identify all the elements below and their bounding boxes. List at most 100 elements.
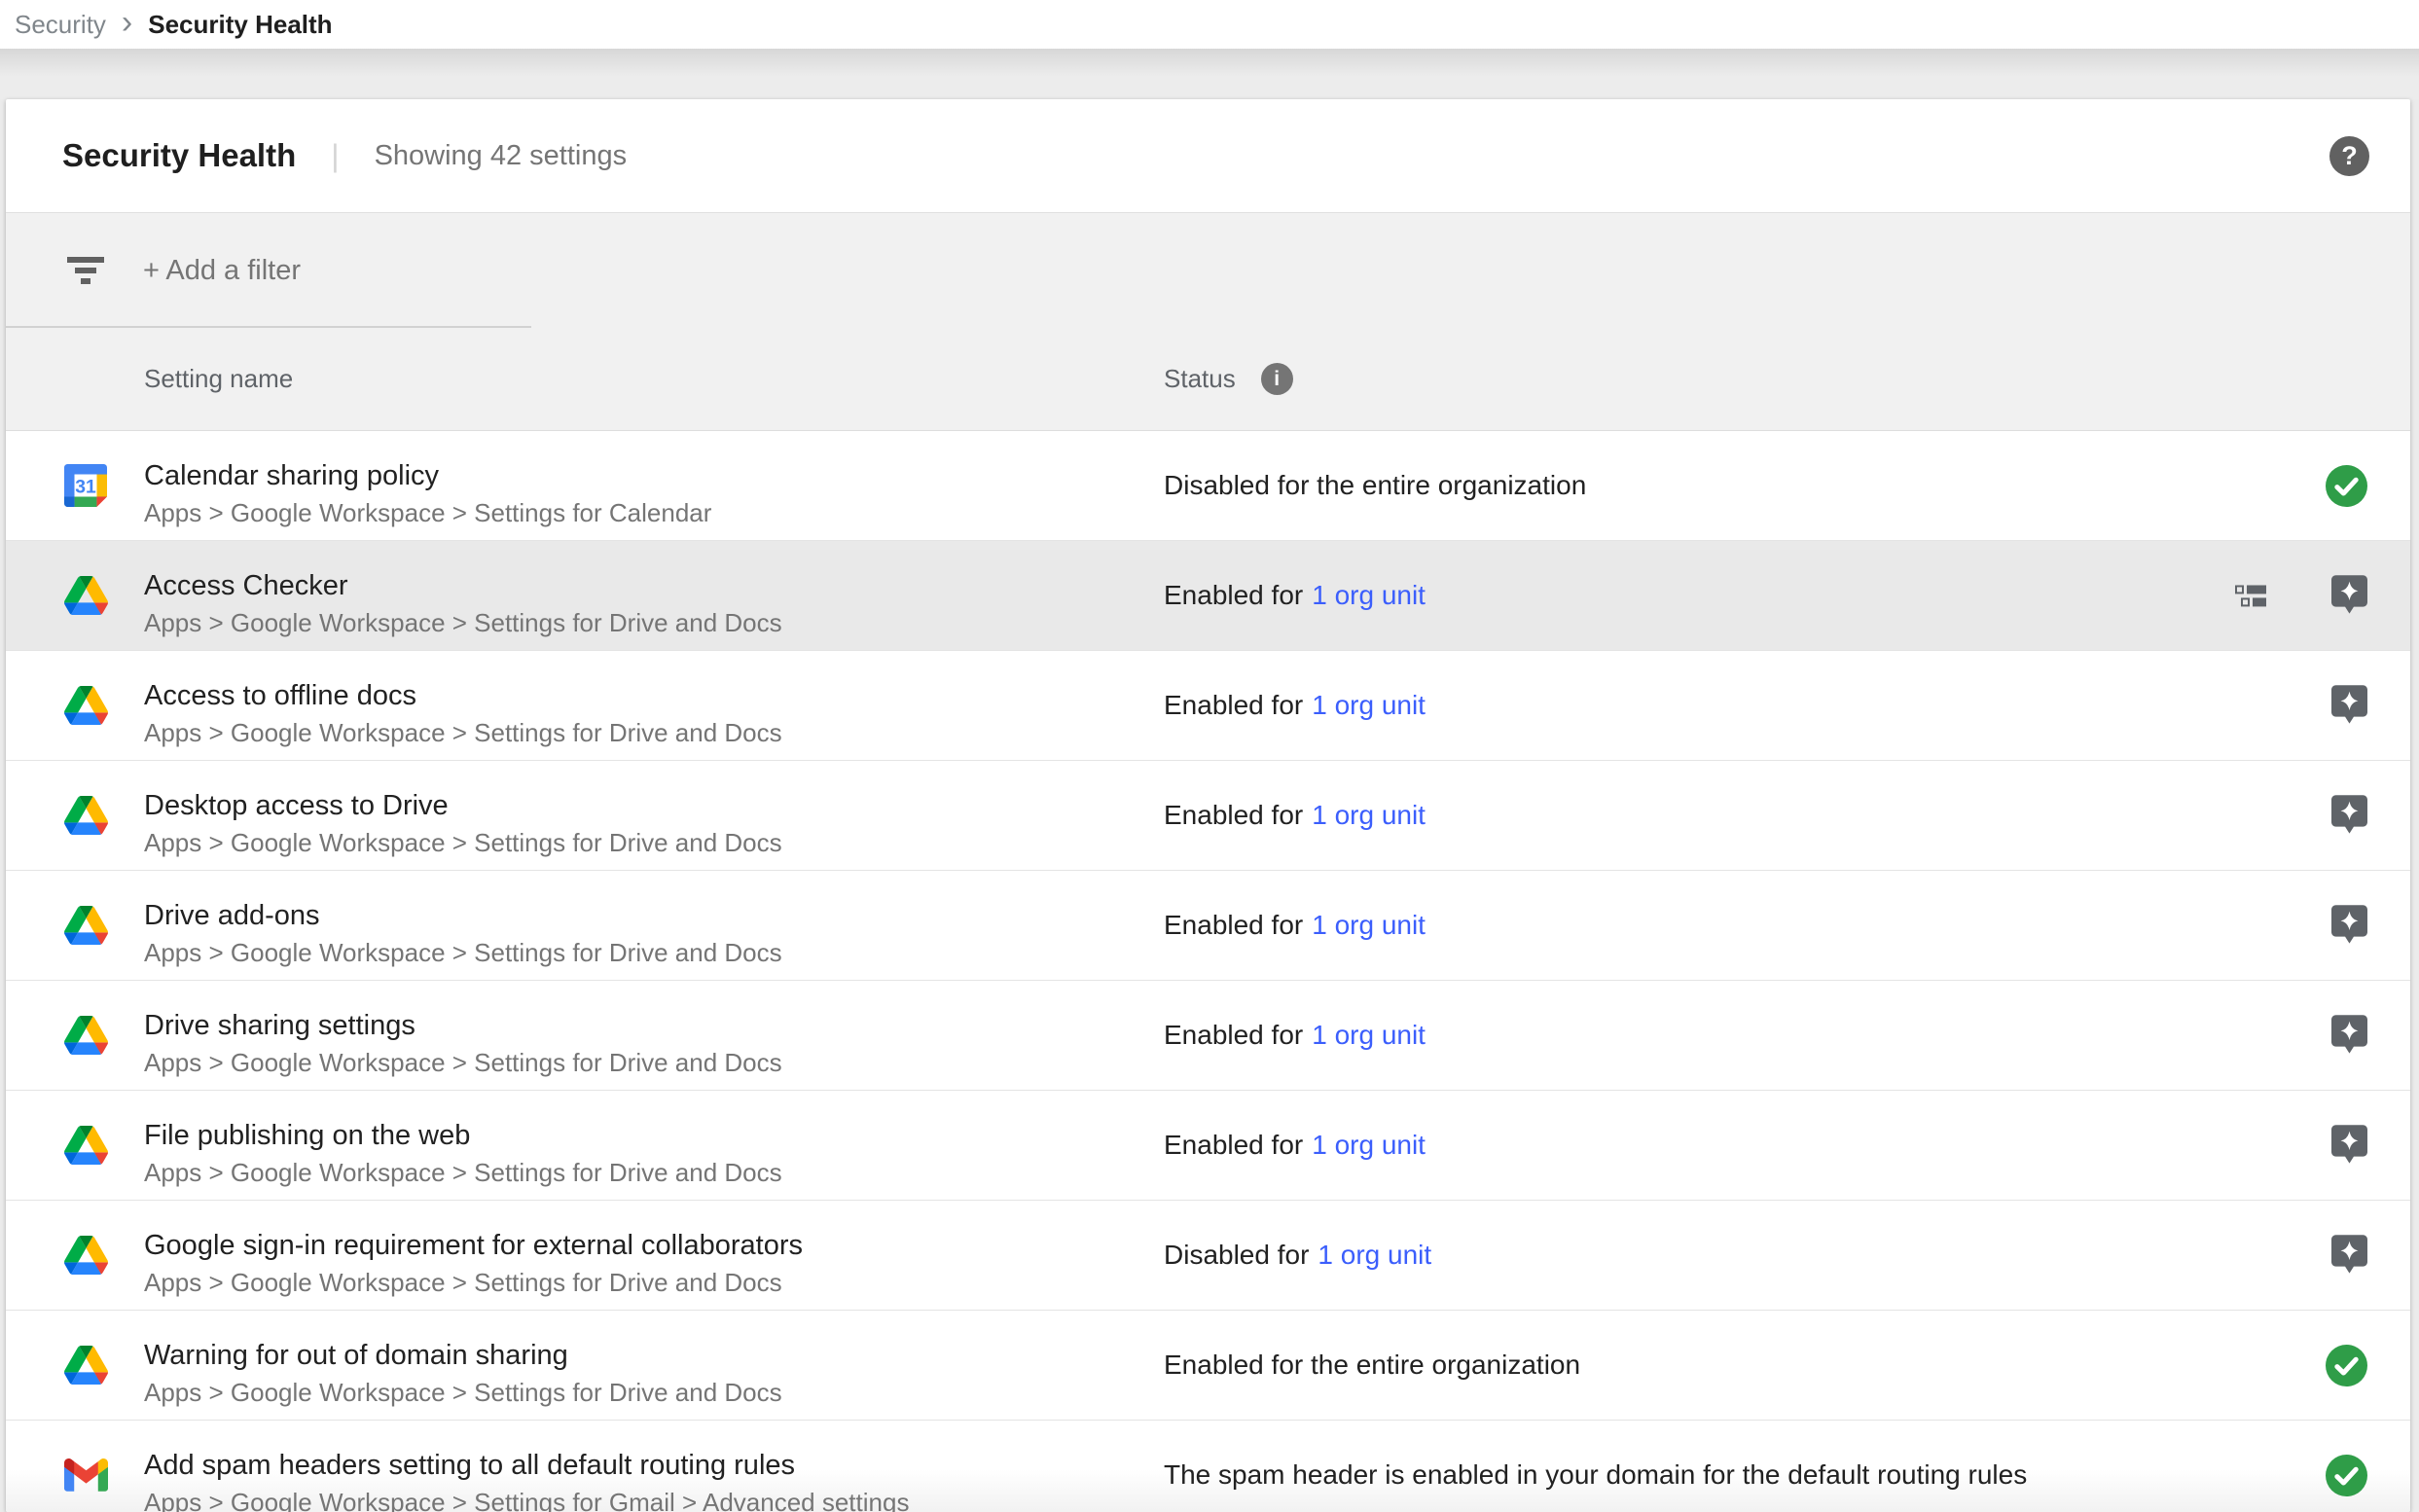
status-text: Enabled for [1164, 580, 1303, 610]
setting-status: Enabled for1 org unit [1164, 910, 2229, 941]
recommendation-icon[interactable] [2331, 1015, 2367, 1056]
status-text: Disabled for [1164, 1240, 1309, 1270]
setting-path: Apps > Google Workspace > Settings for D… [144, 828, 1164, 857]
recommendation-icon[interactable] [2331, 1235, 2367, 1276]
setting-row[interactable]: Access Checker Apps > Google Workspace >… [6, 541, 2410, 651]
setting-name: Desktop access to Drive [144, 789, 1164, 822]
setting-status: The spam header is enabled in your domai… [1164, 1459, 2229, 1491]
recommendation-icon[interactable] [2331, 1125, 2367, 1166]
setting-status: Enabled for 1 org unit [1164, 800, 2229, 831]
status-ok-icon [2326, 465, 2367, 507]
row-actions [2229, 871, 2410, 980]
status-text: The spam header is enabled in your domai… [1164, 1459, 2027, 1490]
breadcrumb-security-health: Security Health [148, 10, 332, 40]
setting-row[interactable]: Drive add-ons Apps > Google Workspace > … [6, 871, 2410, 981]
org-unit-link[interactable]: 1 org unit [1312, 800, 1426, 830]
title-separator: | [331, 138, 339, 174]
setting-row[interactable]: Desktop access to Drive Apps > Google Wo… [6, 761, 2410, 871]
recommendation-icon[interactable] [2331, 795, 2367, 836]
setting-path: Apps > Google Workspace > Settings for C… [144, 498, 1164, 527]
setting-status: Enabled for the entire organization [1164, 1350, 2229, 1381]
page-band [0, 49, 2419, 99]
org-unit-link[interactable]: 1 org unit [1318, 1240, 1431, 1270]
setting-name: Google sign-in requirement for external … [144, 1229, 1164, 1262]
setting-name: Add spam headers setting to all default … [144, 1449, 1164, 1482]
recommendation-icon[interactable] [2331, 575, 2367, 616]
google-drive-icon [64, 686, 144, 725]
setting-path: Apps > Google Workspace > Settings for D… [144, 1268, 1164, 1297]
google-calendar-icon: 31 [64, 464, 144, 507]
org-unit-link[interactable]: 1 org unit [1312, 580, 1426, 610]
help-icon[interactable]: ? [2329, 136, 2369, 176]
google-drive-icon [64, 1346, 144, 1385]
gmail-icon [64, 1458, 144, 1492]
google-drive-icon [64, 1236, 144, 1275]
row-actions [2229, 981, 2410, 1090]
setting-status: Enabled for 1 org unit [1164, 1130, 2229, 1161]
setting-path: Apps > Google Workspace > Settings for D… [144, 718, 1164, 747]
org-unit-structure-icon [2235, 585, 2266, 607]
setting-path: Apps > Google Workspace > Settings for D… [144, 608, 1164, 637]
filter-bar: + Add a filter [6, 212, 2410, 328]
settings-list: 31 Calendar sharing policy Apps > Google… [6, 431, 2410, 1512]
chevron-right-icon: › [122, 6, 132, 39]
row-actions [2229, 1091, 2410, 1200]
row-actions [2229, 1421, 2410, 1512]
svg-text:31: 31 [75, 476, 96, 497]
setting-name: Drive sharing settings [144, 1009, 1164, 1042]
google-drive-icon [64, 576, 144, 615]
card-header: Security Health | Showing 42 settings ? [6, 99, 2410, 212]
setting-row[interactable]: Warning for out of domain sharing Apps >… [6, 1311, 2410, 1421]
org-unit-link[interactable]: 1 org unit [1312, 910, 1426, 940]
row-actions [2229, 1201, 2410, 1310]
setting-name: File publishing on the web [144, 1119, 1164, 1152]
setting-row[interactable]: Access to offline docs Apps > Google Wor… [6, 651, 2410, 761]
setting-path: Apps > Google Workspace > Settings for D… [144, 938, 1164, 967]
recommendation-icon[interactable] [2331, 905, 2367, 946]
org-unit-link[interactable]: 1 org unit [1312, 690, 1426, 720]
setting-row[interactable]: 31 Calendar sharing policy Apps > Google… [6, 431, 2410, 541]
google-drive-icon [64, 1126, 144, 1165]
row-actions [2229, 431, 2410, 540]
breadcrumb-security[interactable]: Security [15, 10, 106, 40]
add-filter-button[interactable]: + Add a filter [143, 255, 301, 287]
settings-count: Showing 42 settings [375, 140, 628, 172]
org-unit-link[interactable]: 1 org unit [1312, 1130, 1426, 1160]
status-ok-icon [2326, 1455, 2367, 1496]
setting-row[interactable]: Drive sharing settings Apps > Google Wor… [6, 981, 2410, 1091]
page-title: Security Health [62, 137, 296, 174]
google-drive-icon [64, 1016, 144, 1055]
security-health-card: Security Health | Showing 42 settings ? … [6, 99, 2410, 1512]
setting-row[interactable]: File publishing on the web Apps > Google… [6, 1091, 2410, 1201]
setting-status: Enabled for 1 org unit [1164, 580, 2229, 611]
table-header: Setting name Status i [6, 328, 2410, 431]
setting-path: Apps > Google Workspace > Settings for G… [144, 1488, 1164, 1512]
row-actions [2229, 761, 2410, 870]
status-text: Disabled for the entire organization [1164, 470, 1586, 500]
setting-name: Warning for out of domain sharing [144, 1339, 1164, 1372]
column-status: Status i [1164, 363, 1293, 395]
setting-row[interactable]: Google sign-in requirement for external … [6, 1201, 2410, 1311]
info-icon[interactable]: i [1261, 363, 1293, 395]
google-drive-icon [64, 906, 144, 945]
setting-row[interactable]: Add spam headers setting to all default … [6, 1421, 2410, 1512]
row-actions [2229, 1311, 2410, 1420]
status-text: Enabled for the entire organization [1164, 1350, 1580, 1380]
recommendation-icon[interactable] [2331, 685, 2367, 726]
row-actions [2229, 651, 2410, 760]
setting-status: Enabled for1 org unit [1164, 1020, 2229, 1051]
setting-name: Drive add-ons [144, 899, 1164, 932]
google-drive-icon [64, 796, 144, 835]
setting-name: Calendar sharing policy [144, 459, 1164, 492]
row-actions [2229, 541, 2410, 650]
setting-status: Disabled for the entire organization [1164, 470, 2229, 501]
setting-status: Disabled for 1 org unit [1164, 1240, 2229, 1271]
setting-status: Enabled for1 org unit [1164, 690, 2229, 721]
filter-icon [67, 257, 104, 284]
status-text: Enabled for [1164, 1130, 1303, 1160]
status-ok-icon [2326, 1345, 2367, 1386]
setting-path: Apps > Google Workspace > Settings for D… [144, 1378, 1164, 1407]
org-unit-link[interactable]: 1 org unit [1312, 1020, 1426, 1050]
column-status-label: Status [1164, 364, 1236, 394]
status-text: Enabled for [1164, 800, 1303, 830]
